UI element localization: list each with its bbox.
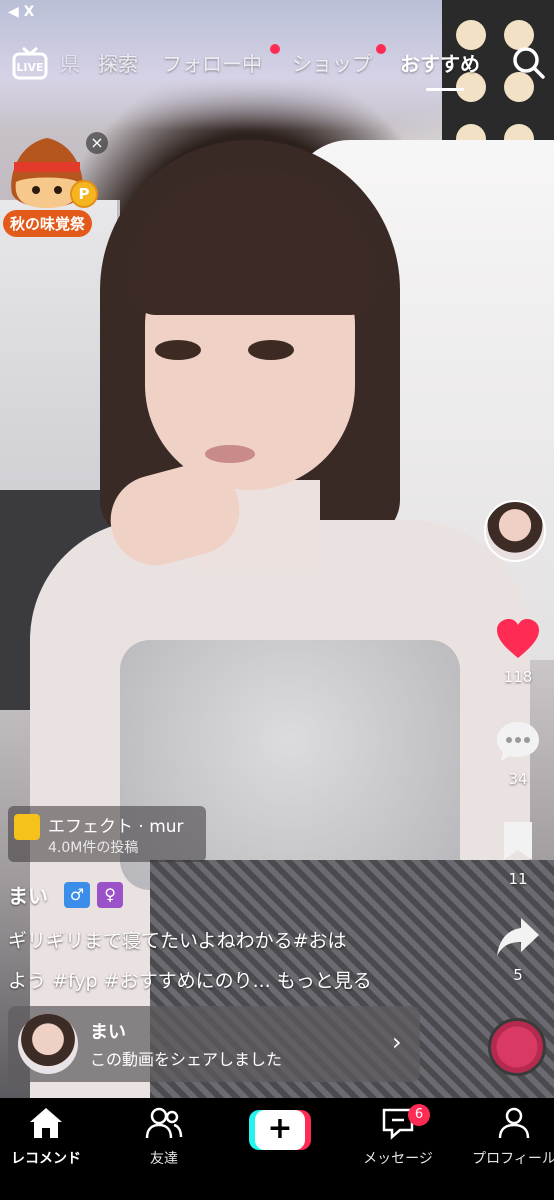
username-emoji: ♂ ♀	[62, 882, 124, 908]
tab-following[interactable]: フォロー中	[162, 48, 262, 77]
comment-button[interactable]: 34	[488, 720, 548, 788]
effect-chip[interactable]: エフェクト · mur 4.0M件の投稿	[8, 806, 206, 862]
live-tv-icon[interactable]: LIVE	[12, 46, 48, 80]
save-button[interactable]: 11	[488, 820, 548, 888]
messages-badge: 6	[408, 1104, 430, 1126]
comment-icon	[497, 722, 539, 761]
search-icon[interactable]	[512, 46, 546, 80]
share-button[interactable]: 5	[488, 916, 548, 984]
promo-label: 秋の味覚祭	[3, 210, 93, 237]
woman-symbol-icon: ♀	[97, 882, 124, 908]
tab-home-label: レコメンド	[11, 1151, 81, 1167]
tab-for-you[interactable]: おすすめ	[400, 48, 480, 77]
plus-icon: +	[255, 1110, 305, 1150]
create-button[interactable]: +	[249, 1110, 311, 1150]
man-symbol-icon: ♂	[64, 882, 90, 908]
top-navigation: LIVE 県 探索 フォロー中 ショップ おすすめ	[0, 36, 554, 91]
bottom-navigation: レコメンド 友達 + 6 メッセージ プロフィール	[0, 1098, 554, 1200]
shared-message: この動画をシェアしました	[90, 1050, 283, 1069]
svg-text:LIVE: LIVE	[16, 61, 43, 74]
close-icon[interactable]: ×	[86, 132, 108, 154]
tab-home[interactable]: レコメンド	[0, 1106, 96, 1168]
profile-icon	[498, 1107, 530, 1139]
chevron-right-icon: ›	[392, 1028, 402, 1056]
tab-profile-label: プロフィール	[472, 1151, 554, 1167]
original-sound-disc[interactable]	[488, 1018, 546, 1076]
effect-sparkle-icon	[14, 814, 40, 840]
creator-avatar[interactable]	[484, 500, 546, 562]
following-notification-dot	[270, 44, 280, 54]
tab-messages-label: メッセージ	[363, 1151, 433, 1167]
save-count: 11	[508, 870, 528, 888]
like-button[interactable]: 118	[488, 618, 548, 686]
friends-icon	[145, 1107, 183, 1139]
tab-friends-label: 友達	[150, 1151, 178, 1167]
effect-title: エフェクト · mur	[48, 817, 184, 837]
tab-messages[interactable]: 6 メッセージ	[348, 1104, 448, 1168]
sharer-avatar	[18, 1014, 78, 1074]
bookmark-icon	[504, 822, 532, 860]
share-arrow-icon	[497, 918, 539, 956]
caption-line-2[interactable]: よう #fyp #おすすめにのり... もっと見る	[8, 966, 468, 993]
points-coin-icon: P	[70, 180, 98, 208]
heart-icon	[497, 619, 539, 658]
back-to-app-link[interactable]: ◀ X	[8, 4, 34, 20]
person-eye	[248, 340, 294, 360]
shared-by-card[interactable]: まい この動画をシェアしました ›	[8, 1006, 420, 1082]
tab-region[interactable]: 県	[60, 48, 80, 77]
autumn-festival-promo[interactable]: P × 秋の味覚祭	[0, 130, 118, 242]
effect-post-count: 4.0M件の投稿	[48, 840, 139, 856]
tab-friends[interactable]: 友達	[114, 1106, 214, 1168]
tab-profile[interactable]: プロフィール	[464, 1106, 554, 1168]
sharer-name: まい	[90, 1022, 126, 1043]
comment-count: 34	[508, 770, 528, 788]
home-icon	[30, 1108, 62, 1138]
like-count: 118	[503, 668, 533, 686]
person-lips	[205, 445, 255, 463]
creator-username[interactable]: まい	[8, 880, 48, 909]
person-eye	[155, 340, 201, 360]
active-tab-indicator	[426, 88, 464, 91]
caption-line-1[interactable]: ギリギリまで寝てたいよねわかる#おは	[8, 926, 468, 953]
share-count: 5	[513, 966, 523, 984]
tab-shop[interactable]: ショップ	[292, 48, 372, 77]
tab-explore[interactable]: 探索	[98, 48, 138, 77]
shop-notification-dot	[376, 44, 386, 54]
